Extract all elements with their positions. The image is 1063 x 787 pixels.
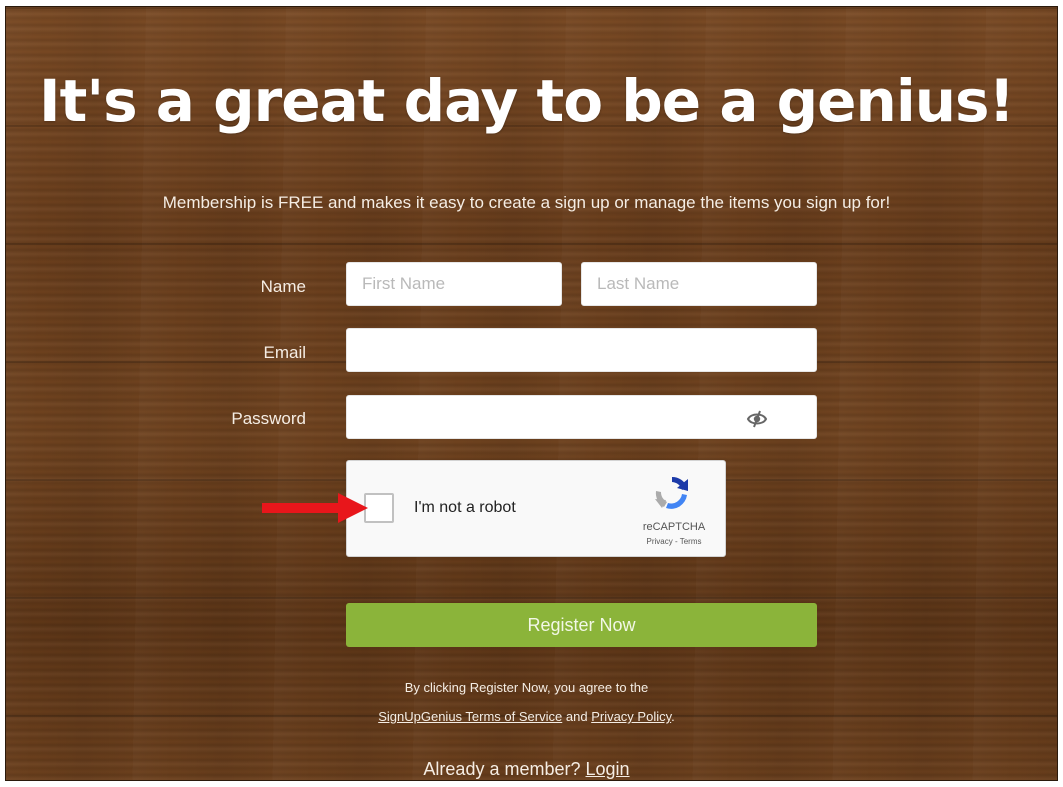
eye-slash-icon[interactable] — [746, 409, 768, 429]
login-link[interactable]: Login — [586, 759, 630, 779]
email-label: Email — [263, 343, 306, 362]
legal-links: SignUpGenius Terms of Service and Privac… — [6, 709, 1052, 724]
recaptcha-privacy-link[interactable]: Privacy — [647, 537, 673, 546]
recaptcha-terms-link[interactable]: Terms — [680, 537, 702, 546]
recaptcha-links: Privacy - Terms — [629, 537, 719, 546]
last-name-input[interactable] — [581, 262, 817, 306]
password-label: Password — [231, 409, 306, 428]
recaptcha-label: I'm not a robot — [414, 499, 516, 516]
signup-page: It's a great day to be a genius! Members… — [5, 6, 1058, 781]
first-name-input[interactable] — [346, 262, 562, 306]
already-member-row: Already a member? Login — [6, 759, 1052, 780]
legal-text: By clicking Register Now, you agree to t… — [404, 680, 649, 695]
name-label: Name — [260, 277, 306, 296]
already-member-text: Already a member? — [423, 759, 581, 779]
terms-of-service-link[interactable]: SignUpGenius Terms of Service — [378, 709, 562, 724]
recaptcha-checkbox[interactable] — [364, 493, 394, 523]
legal-period: . — [671, 709, 675, 724]
register-now-button[interactable]: Register Now — [346, 603, 817, 647]
recaptcha-widget: I'm not a robot reCAPTCHA Privacy - Term… — [346, 460, 726, 557]
red-arrow-icon — [262, 493, 368, 523]
recaptcha-brand: reCAPTCHA — [642, 521, 706, 533]
email-input[interactable] — [346, 328, 817, 372]
recaptcha-separator: - — [674, 537, 678, 546]
recaptcha-logo-icon — [655, 476, 688, 509]
legal-and: and — [565, 709, 588, 724]
page-title: It's a great day to be a genius! — [39, 67, 1015, 135]
privacy-policy-link[interactable]: Privacy Policy — [591, 709, 671, 724]
page-subtitle: Membership is FREE and makes it easy to … — [162, 193, 891, 212]
